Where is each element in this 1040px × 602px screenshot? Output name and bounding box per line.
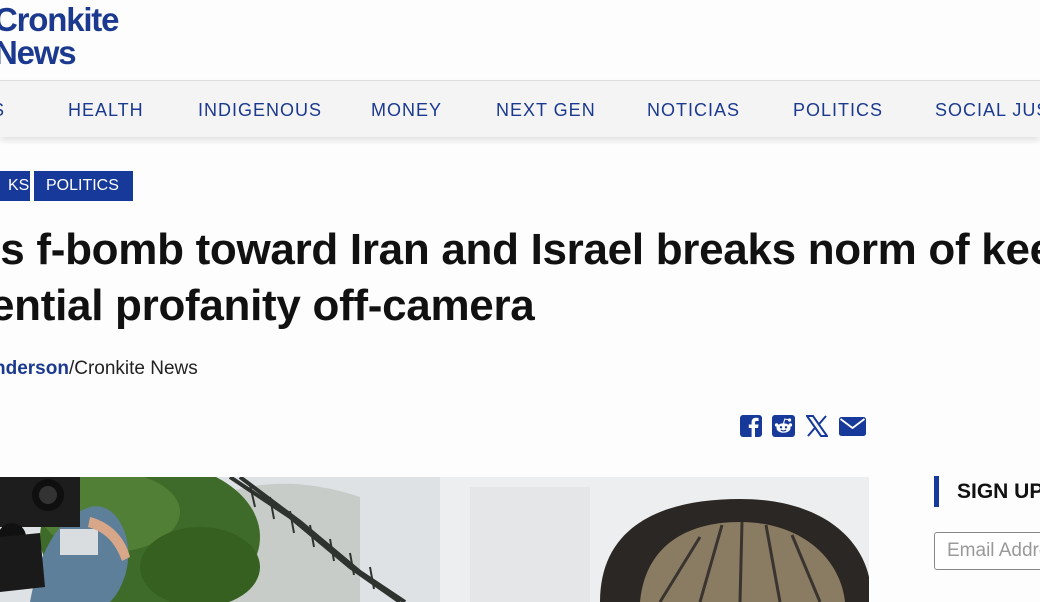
nav-item-next-gen[interactable]: NEXT GEN xyxy=(496,100,596,120)
category-tag-politics[interactable]: POLITICS xyxy=(34,171,133,201)
byline-source: /Cronkite News xyxy=(68,358,198,379)
newsletter-signup-heading: SIGN UP xyxy=(934,476,1040,507)
email-icon[interactable] xyxy=(839,414,866,438)
author-link[interactable]: nderson xyxy=(0,358,69,379)
nav-item-noticias[interactable]: NOTICIAS xyxy=(647,100,740,120)
newsletter-email-input[interactable] xyxy=(934,532,1040,570)
nav-item-politics[interactable]: POLITICS xyxy=(793,100,883,120)
nav-item-social-justice[interactable]: SOCIAL JUS xyxy=(935,100,1040,120)
reddit-icon[interactable] xyxy=(772,414,796,438)
main-navigation: S HEALTH INDIGENOUS MONEY NEXT GEN NOTIC… xyxy=(0,80,1040,137)
site-logo[interactable]: Cronkite News xyxy=(0,1,119,71)
x-icon[interactable] xyxy=(806,414,828,438)
nav-item-partial[interactable]: S xyxy=(0,100,5,120)
logo-line-2: News xyxy=(0,34,77,71)
nav-item-indigenous[interactable]: INDIGENOUS xyxy=(198,100,322,120)
logo-line-1: Cronkite xyxy=(0,1,119,38)
article-headline: ’s f-bomb toward Iran and Israel breaks … xyxy=(0,222,1040,334)
facebook-icon[interactable] xyxy=(740,414,762,438)
category-tag-partial[interactable]: KS xyxy=(0,171,30,201)
nav-item-money[interactable]: MONEY xyxy=(371,100,442,120)
headline-line-2: ential profanity off-camera xyxy=(0,281,535,330)
headline-line-1: ’s f-bomb toward Iran and Israel breaks … xyxy=(0,225,1040,274)
article-hero-image xyxy=(0,477,869,602)
nav-item-health[interactable]: HEALTH xyxy=(68,100,144,120)
article-byline: nderson/Cronkite News xyxy=(0,358,198,380)
